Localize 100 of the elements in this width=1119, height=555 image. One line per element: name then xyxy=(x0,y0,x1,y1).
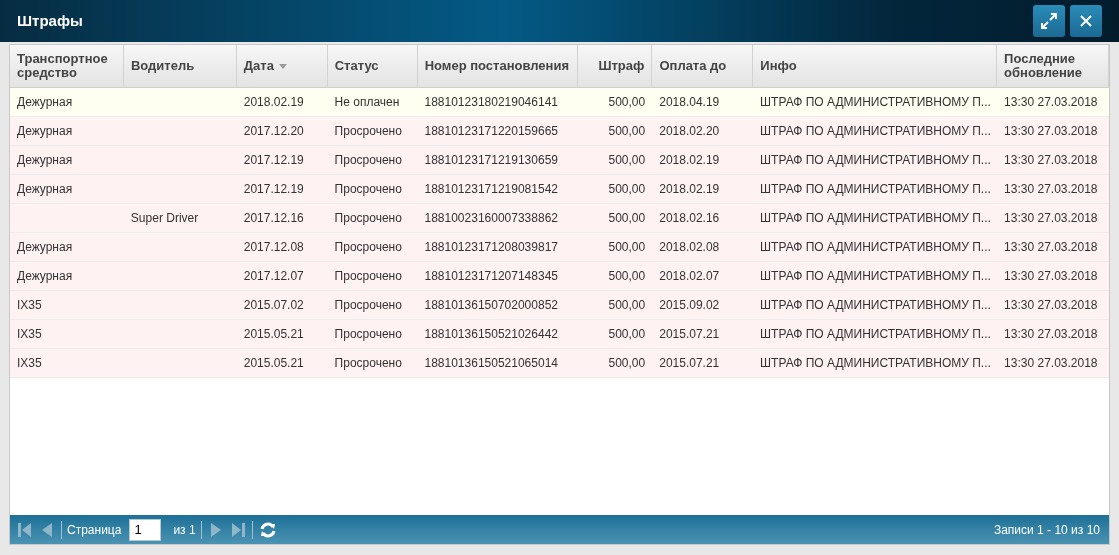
column-header[interactable]: Дата xyxy=(236,45,328,87)
table-cell-text: 2018.04.19 xyxy=(659,94,720,111)
table-cell-text: 18810136150521026442 xyxy=(424,326,558,343)
table-cell-text: 500,00 xyxy=(608,152,646,169)
table-cell-text: 18810123180219046141 xyxy=(424,94,558,111)
table-cell-text: 13:30 27.03.2018 xyxy=(1004,181,1098,198)
table-cell-text: 500,00 xyxy=(608,181,646,198)
table-cell-text: 2018.02.20 xyxy=(659,123,720,140)
table-cell-text: 2018.02.19 xyxy=(659,152,720,169)
table-row[interactable]: Дежурная 2017.12.07 Просрочено 18810123171207148345 500,00 2018.02.07 ШТРАФ ПО АДМИНИСТРАТИВНОМУ П... 13:30 27.03.2018 xyxy=(10,262,1109,291)
table-cell-text: 2015.05.21 xyxy=(243,326,304,343)
table-cell-text: Дежурная xyxy=(17,239,73,256)
page-input[interactable]: 1 xyxy=(129,518,162,541)
table-cell-text: ШТРАФ ПО АДМИНИСТРАТИВНОМУ П... xyxy=(760,239,991,256)
table-cell-text: Дежурная xyxy=(17,181,73,198)
table-cell-text: IX35 xyxy=(17,355,42,372)
table-cell-text: 500,00 xyxy=(608,210,646,227)
records-summary: Записи 1 - 10 из 10 xyxy=(993,521,1100,539)
table-cell-text: 18810123171219081542 xyxy=(424,181,558,198)
table-cell-text: ШТРАФ ПО АДМИНИСТРАТИВНОМУ П... xyxy=(760,297,991,314)
table-cell-text: 500,00 xyxy=(608,239,646,256)
table-cell-text: Просрочено xyxy=(334,123,402,140)
table-cell-text: Дежурная xyxy=(17,268,73,285)
table-cell-text: 13:30 27.03.2018 xyxy=(1004,152,1098,169)
table-cell-text: 500,00 xyxy=(608,94,646,111)
refresh-icon xyxy=(258,520,277,539)
table-row[interactable]: Дежурная 2017.12.08 Просрочено 18810123171208039817 500,00 2018.02.08 ШТРАФ ПО АДМИНИСТРАТИВНОМУ П... 13:30 27.03.2018 xyxy=(10,233,1109,262)
table-cell-text: 18810023160007338862 xyxy=(424,210,558,227)
close-icon xyxy=(1080,15,1092,27)
table-cell-text: ШТРАФ ПО АДМИНИСТРАТИВНОМУ П... xyxy=(760,210,991,227)
table-cell-text: Просрочено xyxy=(334,355,402,372)
table-cell-text: Не оплачен xyxy=(334,94,400,111)
table-cell-text: Просрочено xyxy=(334,181,402,198)
table-row[interactable]: Super Driver 2017.12.16 Просрочено 18810023160007338862 500,00 2018.02.16 ШТРАФ ПО АДМИНИСТРАТИВНОМУ П... 13:30 27.03.2018 xyxy=(10,204,1109,233)
table-cell-text: ШТРАФ ПО АДМИНИСТРАТИВНОМУ П... xyxy=(760,123,991,140)
table-cell-text: 13:30 27.03.2018 xyxy=(1004,239,1098,256)
page-count: из 1 xyxy=(173,521,196,539)
table-cell-text: 13:30 27.03.2018 xyxy=(1004,94,1098,111)
table-row[interactable]: Дежурная 2017.12.20 Просрочено 18810123171220159665 500,00 2018.02.20 ШТРАФ ПО АДМИНИСТРАТИВНОМУ П... 13:30 27.03.2018 xyxy=(10,117,1109,146)
column-header[interactable]: Водитель xyxy=(123,45,237,87)
table-cell-text: 2018.02.19 xyxy=(243,94,304,111)
table-cell-text: 2015.07.21 xyxy=(659,355,720,372)
table-cell-text: 500,00 xyxy=(608,297,646,314)
table-cell-text: 18810123171220159665 xyxy=(424,123,558,140)
table-cell-text: ШТРАФ ПО АДМИНИСТРАТИВНОМУ П... xyxy=(760,152,991,169)
table-cell-text: 13:30 27.03.2018 xyxy=(1004,326,1098,343)
table-cell-text: IX35 xyxy=(17,326,42,343)
table-cell-text: 500,00 xyxy=(608,326,646,343)
table-cell-text: 2017.12.19 xyxy=(243,181,304,198)
maximize-button[interactable] xyxy=(1033,5,1065,37)
table-cell-text: 2015.07.02 xyxy=(243,297,304,314)
sort-caret-icon xyxy=(278,63,287,69)
table-cell-text: Просрочено xyxy=(334,297,402,314)
table-row[interactable]: Дежурная 2018.02.19 Не оплачен 18810123180219046141 500,00 2018.04.19 ШТРАФ ПО АДМИНИСТРАТИВНОМУ П... 13:30 27.03.2018 xyxy=(10,88,1109,117)
close-button[interactable] xyxy=(1070,5,1102,37)
table-cell-text: 13:30 27.03.2018 xyxy=(1004,123,1098,140)
table-cell-text: ШТРАФ ПО АДМИНИСТРАТИВНОМУ П... xyxy=(760,94,991,111)
table-cell-text: 18810136150521065014 xyxy=(424,355,558,372)
table-cell-text: 2017.12.16 xyxy=(243,210,304,227)
table-cell-text: 2015.09.02 xyxy=(659,297,720,314)
table-cell-text: 2018.02.16 xyxy=(659,210,720,227)
table-cell-text: Просрочено xyxy=(334,210,402,227)
expand-icon xyxy=(1040,12,1058,30)
table-cell-text: 2018.02.08 xyxy=(659,239,720,256)
table-cell-text: ШТРАФ ПО АДМИНИСТРАТИВНОМУ П... xyxy=(760,326,991,343)
table-cell-text: Просрочено xyxy=(334,268,402,285)
column-header[interactable]: Последние обновление xyxy=(997,45,1109,87)
table-cell-text: 18810123171208039817 xyxy=(424,239,558,256)
table-cell-text: 18810136150702000852 xyxy=(424,297,558,314)
table-cell-text: 2017.12.08 xyxy=(243,239,304,256)
table-cell-text: Просрочено xyxy=(334,326,402,343)
table-cell-text: ШТРАФ ПО АДМИНИСТРАТИВНОМУ П... xyxy=(760,355,991,372)
table-cell-text: Super Driver xyxy=(130,210,199,227)
table-cell-text: 2018.02.19 xyxy=(659,181,720,198)
table-row[interactable]: Дежурная 2017.12.19 Просрочено 18810123171219130659 500,00 2018.02.19 ШТРАФ ПО АДМИНИСТРАТИВНОМУ П... 13:30 27.03.2018 xyxy=(10,146,1109,175)
column-header[interactable]: Оплата до xyxy=(652,45,754,87)
page-label: Страница xyxy=(67,521,122,539)
table-cell-text: 500,00 xyxy=(608,268,646,285)
table-cell-text: 2015.07.21 xyxy=(659,326,720,343)
table-cell-text: ШТРАФ ПО АДМИНИСТРАТИВНОМУ П... xyxy=(760,181,991,198)
table-cell-text: 13:30 27.03.2018 xyxy=(1004,268,1098,285)
table-cell-text: Просрочено xyxy=(334,239,402,256)
table-row[interactable]: IX35 2015.05.21 Просрочено 18810136150521026442 500,00 2015.07.21 ШТРАФ ПО АДМИНИСТРАТИВНОМУ П... 13:30 27.03.2018 xyxy=(10,320,1109,349)
table-cell-text: 18810123171207148345 xyxy=(424,268,558,285)
column-header[interactable]: Транспортное средство xyxy=(10,45,124,87)
table-cell-text: 13:30 27.03.2018 xyxy=(1004,210,1098,227)
column-header[interactable]: Штраф xyxy=(578,45,653,87)
table-row[interactable]: Дежурная 2017.12.19 Просрочено 18810123171219081542 500,00 2018.02.19 ШТРАФ ПО АДМИНИСТРАТИВНОМУ П... 13:30 27.03.2018 xyxy=(10,175,1109,204)
table-row[interactable]: IX35 2015.05.21 Просрочено 18810136150521065014 500,00 2015.07.21 ШТРАФ ПО АДМИНИСТРАТИВНОМУ П... 13:30 27.03.2018 xyxy=(10,349,1109,378)
table-cell-text: 13:30 27.03.2018 xyxy=(1004,297,1098,314)
table-row[interactable]: IX35 2015.07.02 Просрочено 18810136150702000852 500,00 2015.09.02 ШТРАФ ПО АДМИНИСТРАТИВНОМУ П... 13:30 27.03.2018 xyxy=(10,291,1109,320)
table-cell-text: 18810123171219130659 xyxy=(424,152,558,169)
window-title: Штрафы xyxy=(17,10,83,31)
column-header[interactable]: Номер постановления xyxy=(417,45,579,87)
table-cell-text: 2017.12.20 xyxy=(243,123,304,140)
table-cell-text: Дежурная xyxy=(17,123,73,140)
table-cell-text: Дежурная xyxy=(17,94,73,111)
table-cell-text: 2018.02.07 xyxy=(659,268,720,285)
column-header[interactable]: Инфо xyxy=(753,45,998,87)
column-header[interactable]: Статус xyxy=(327,45,418,87)
